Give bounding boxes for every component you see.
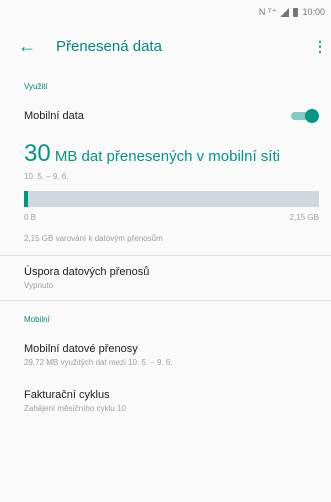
data-saver-status: Vypnuto: [24, 281, 54, 290]
usage-summary: 30 MB dat přenesených v mobilní síti: [0, 136, 331, 168]
mobile-transfers-title: Mobilní datové přenosy: [24, 343, 138, 355]
toggle-thumb: [305, 109, 319, 123]
status-time: 10:00: [302, 7, 325, 17]
data-saver-item[interactable]: Úspora datových přenosů Vypnuto: [0, 256, 331, 300]
section-header-mobile: Mobilní: [24, 315, 50, 324]
mobile-transfers-subtitle: 29,72 MB využitých dat mezi 10. 5. – 9. …: [24, 358, 173, 367]
usage-bar-min-label: 0 B: [24, 213, 37, 222]
more-options-icon[interactable]: ⋮: [313, 38, 327, 55]
billing-cycle-item[interactable]: Fakturační cyklus Zahájení měsíčního cyk…: [0, 377, 331, 423]
data-warning-text: 2,15 GB varování k datovým přenosům: [24, 234, 163, 243]
mobile-data-toggle[interactable]: [291, 109, 319, 123]
app-bar: ← Přenesená data ⋮: [0, 24, 331, 68]
signal-icon: [280, 7, 290, 17]
mobile-transfers-item[interactable]: Mobilní datové přenosy 29,72 MB využitýc…: [0, 329, 331, 377]
usage-date-range: 10. 5. – 9. 6.: [24, 172, 69, 181]
usage-bar-max-label: 2,15 GB: [289, 213, 319, 222]
status-bar: N ᵀ⁺ 10:00: [0, 0, 331, 24]
mobile-data-label: Mobilní data: [24, 110, 84, 122]
usage-bar-labels: 0 B 2,15 GB: [0, 207, 331, 222]
back-arrow-icon[interactable]: ←: [18, 36, 48, 57]
battery-icon: [293, 7, 299, 17]
page-title: Přenesená data: [56, 37, 162, 55]
mobile-data-row[interactable]: Mobilní data: [0, 96, 331, 136]
section-header-usage: Využití: [24, 82, 48, 91]
usage-amount: 30: [24, 140, 51, 167]
usage-bar: [24, 191, 319, 207]
usage-bar-fill: [24, 191, 29, 207]
billing-cycle-subtitle: Zahájení měsíčního cyklu 10: [24, 404, 126, 413]
status-indicators: N ᵀ⁺: [258, 6, 277, 17]
data-saver-title: Úspora datových přenosů: [24, 266, 150, 278]
usage-unit-text: MB dat přenesených v mobilní síti: [54, 148, 280, 165]
billing-cycle-title: Fakturační cyklus: [24, 389, 110, 401]
